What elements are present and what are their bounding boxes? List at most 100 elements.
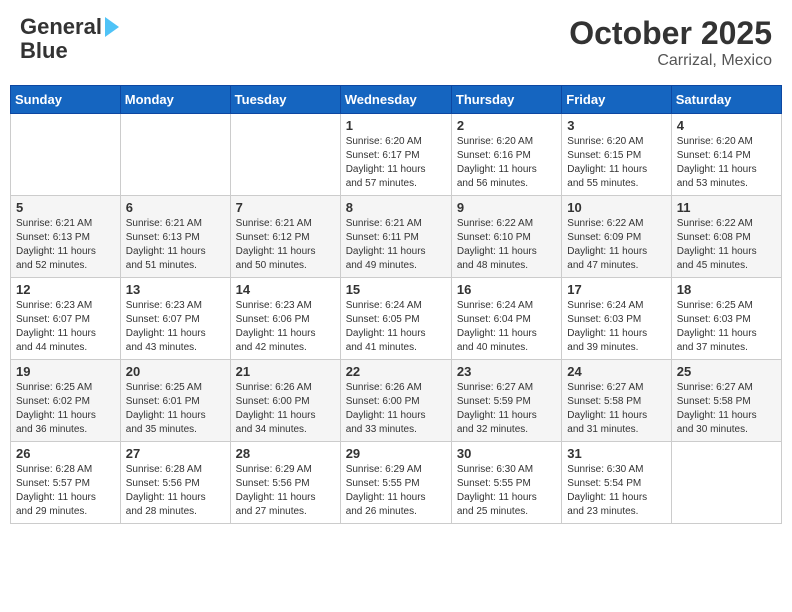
day-number: 27 — [126, 446, 225, 461]
day-number: 5 — [16, 200, 115, 215]
day-number: 14 — [236, 282, 335, 297]
weekday-header-friday: Friday — [562, 86, 671, 114]
day-number: 20 — [126, 364, 225, 379]
day-number: 12 — [16, 282, 115, 297]
logo-arrow-icon — [105, 17, 119, 37]
day-info: Sunrise: 6:30 AMSunset: 5:55 PMDaylight:… — [457, 463, 556, 519]
calendar-table: SundayMondayTuesdayWednesdayThursdayFrid… — [10, 85, 782, 524]
day-number: 21 — [236, 364, 335, 379]
calendar-cell: 3 Sunrise: 6:20 AMSunset: 6:15 PMDaylight… — [562, 114, 671, 196]
day-number: 1 — [346, 118, 446, 133]
calendar-cell: 29 Sunrise: 6:29 AMSunset: 5:55 PMDayligh… — [340, 442, 451, 524]
day-number: 13 — [126, 282, 225, 297]
day-number: 8 — [346, 200, 446, 215]
month-year-title: October 2025 — [569, 15, 772, 52]
calendar-cell — [230, 114, 340, 196]
calendar-cell: 10Sunrise: 6:22 AMSunset: 6:09 PMDayligh… — [562, 196, 671, 278]
logo-blue: Blue — [20, 39, 119, 63]
day-info: Sunrise: 6:23 AMSunset: 6:07 PMDaylight:… — [16, 299, 115, 355]
calendar-cell: 1 Sunrise: 6:20 AMSunset: 6:17 PMDaylight… — [340, 114, 451, 196]
day-number: 3 — [567, 118, 665, 133]
calendar-week-row: 5 Sunrise: 6:21 AMSunset: 6:13 PMDaylight… — [11, 196, 782, 278]
calendar-cell: 24Sunrise: 6:27 AMSunset: 5:58 PMDayligh… — [562, 360, 671, 442]
calendar-cell: 23 Sunrise: 6:27 AMSunset: 5:59 PMDayligh… — [451, 360, 561, 442]
day-number: 25 — [677, 364, 776, 379]
day-number: 17 — [567, 282, 665, 297]
day-number: 22 — [346, 364, 446, 379]
day-number: 29 — [346, 446, 446, 461]
day-number: 4 — [677, 118, 776, 133]
calendar-cell — [120, 114, 230, 196]
day-number: 31 — [567, 446, 665, 461]
day-info: Sunrise: 6:29 AMSunset: 5:56 PMDaylight:… — [236, 463, 335, 519]
weekday-header-monday: Monday — [120, 86, 230, 114]
day-info: Sunrise: 6:20 AMSunset: 6:16 PMDaylight:… — [457, 135, 556, 191]
day-number: 10 — [567, 200, 665, 215]
day-info: Sunrise: 6:24 AMSunset: 6:04 PMDaylight:… — [457, 299, 556, 355]
calendar-cell: 8 Sunrise: 6:21 AMSunset: 6:11 PMDaylight… — [340, 196, 451, 278]
calendar-cell: 7 Sunrise: 6:21 AMSunset: 6:12 PMDaylight… — [230, 196, 340, 278]
calendar-cell: 9Sunrise: 6:22 AMSunset: 6:10 PMDaylight… — [451, 196, 561, 278]
day-info: Sunrise: 6:20 AMSunset: 6:17 PMDaylight:… — [346, 135, 446, 191]
calendar-cell — [671, 442, 781, 524]
calendar-week-row: 19 Sunrise: 6:25 AMSunset: 6:02 PMDayligh… — [11, 360, 782, 442]
weekday-header-tuesday: Tuesday — [230, 86, 340, 114]
calendar-cell: 19 Sunrise: 6:25 AMSunset: 6:02 PMDayligh… — [11, 360, 121, 442]
day-info: Sunrise: 6:22 AMSunset: 6:08 PMDaylight:… — [677, 217, 776, 273]
calendar-cell: 28 Sunrise: 6:29 AMSunset: 5:56 PMDayligh… — [230, 442, 340, 524]
weekday-header-saturday: Saturday — [671, 86, 781, 114]
day-info: Sunrise: 6:21 AMSunset: 6:12 PMDaylight:… — [236, 217, 335, 273]
calendar-cell: 25 Sunrise: 6:27 AMSunset: 5:58 PMDayligh… — [671, 360, 781, 442]
calendar-cell: 14Sunrise: 6:23 AMSunset: 6:06 PMDayligh… — [230, 278, 340, 360]
logo-general: General — [20, 15, 102, 39]
calendar-cell: 22 Sunrise: 6:26 AMSunset: 6:00 PMDayligh… — [340, 360, 451, 442]
weekday-header-sunday: Sunday — [11, 86, 121, 114]
calendar-cell: 31 Sunrise: 6:30 AMSunset: 5:54 PMDayligh… — [562, 442, 671, 524]
weekday-header-wednesday: Wednesday — [340, 86, 451, 114]
day-number: 11 — [677, 200, 776, 215]
day-info: Sunrise: 6:25 AMSunset: 6:03 PMDaylight:… — [677, 299, 776, 355]
logo: General Blue — [20, 15, 119, 63]
day-info: Sunrise: 6:27 AMSunset: 5:58 PMDaylight:… — [677, 381, 776, 437]
day-number: 30 — [457, 446, 556, 461]
day-number: 2 — [457, 118, 556, 133]
calendar-cell: 13 Sunrise: 6:23 AMSunset: 6:07 PMDayligh… — [120, 278, 230, 360]
day-info: Sunrise: 6:25 AMSunset: 6:02 PMDaylight:… — [16, 381, 115, 437]
day-number: 23 — [457, 364, 556, 379]
calendar-cell: 30 Sunrise: 6:30 AMSunset: 5:55 PMDayligh… — [451, 442, 561, 524]
day-info: Sunrise: 6:26 AMSunset: 6:00 PMDaylight:… — [236, 381, 335, 437]
day-info: Sunrise: 6:30 AMSunset: 5:54 PMDaylight:… — [567, 463, 665, 519]
day-info: Sunrise: 6:24 AMSunset: 6:05 PMDaylight:… — [346, 299, 446, 355]
day-info: Sunrise: 6:21 AMSunset: 6:13 PMDaylight:… — [16, 217, 115, 273]
day-info: Sunrise: 6:23 AMSunset: 6:07 PMDaylight:… — [126, 299, 225, 355]
calendar-cell: 27Sunrise: 6:28 AMSunset: 5:56 PMDayligh… — [120, 442, 230, 524]
day-number: 26 — [16, 446, 115, 461]
calendar-cell: 18 Sunrise: 6:25 AMSunset: 6:03 PMDayligh… — [671, 278, 781, 360]
day-number: 7 — [236, 200, 335, 215]
day-info: Sunrise: 6:20 AMSunset: 6:15 PMDaylight:… — [567, 135, 665, 191]
day-number: 28 — [236, 446, 335, 461]
calendar-cell: 20 Sunrise: 6:25 AMSunset: 6:01 PMDayligh… — [120, 360, 230, 442]
day-number: 16 — [457, 282, 556, 297]
weekday-header-row: SundayMondayTuesdayWednesdayThursdayFrid… — [11, 86, 782, 114]
weekday-header-thursday: Thursday — [451, 86, 561, 114]
day-info: Sunrise: 6:27 AMSunset: 5:59 PMDaylight:… — [457, 381, 556, 437]
day-info: Sunrise: 6:21 AMSunset: 6:11 PMDaylight:… — [346, 217, 446, 273]
day-info: Sunrise: 6:29 AMSunset: 5:55 PMDaylight:… — [346, 463, 446, 519]
day-number: 19 — [16, 364, 115, 379]
day-info: Sunrise: 6:25 AMSunset: 6:01 PMDaylight:… — [126, 381, 225, 437]
day-info: Sunrise: 6:28 AMSunset: 5:57 PMDaylight:… — [16, 463, 115, 519]
location-subtitle: Carrizal, Mexico — [569, 52, 772, 70]
title-block: October 2025 Carrizal, Mexico — [569, 15, 772, 70]
day-info: Sunrise: 6:21 AMSunset: 6:13 PMDaylight:… — [126, 217, 225, 273]
day-number: 15 — [346, 282, 446, 297]
calendar-week-row: 26 Sunrise: 6:28 AMSunset: 5:57 PMDayligh… — [11, 442, 782, 524]
calendar-week-row: 12 Sunrise: 6:23 AMSunset: 6:07 PMDayligh… — [11, 278, 782, 360]
day-info: Sunrise: 6:27 AMSunset: 5:58 PMDaylight:… — [567, 381, 665, 437]
day-number: 18 — [677, 282, 776, 297]
calendar-week-row: 1 Sunrise: 6:20 AMSunset: 6:17 PMDaylight… — [11, 114, 782, 196]
day-info: Sunrise: 6:26 AMSunset: 6:00 PMDaylight:… — [346, 381, 446, 437]
calendar-cell: 15 Sunrise: 6:24 AMSunset: 6:05 PMDayligh… — [340, 278, 451, 360]
calendar-cell: 5 Sunrise: 6:21 AMSunset: 6:13 PMDaylight… — [11, 196, 121, 278]
calendar-cell: 12 Sunrise: 6:23 AMSunset: 6:07 PMDayligh… — [11, 278, 121, 360]
